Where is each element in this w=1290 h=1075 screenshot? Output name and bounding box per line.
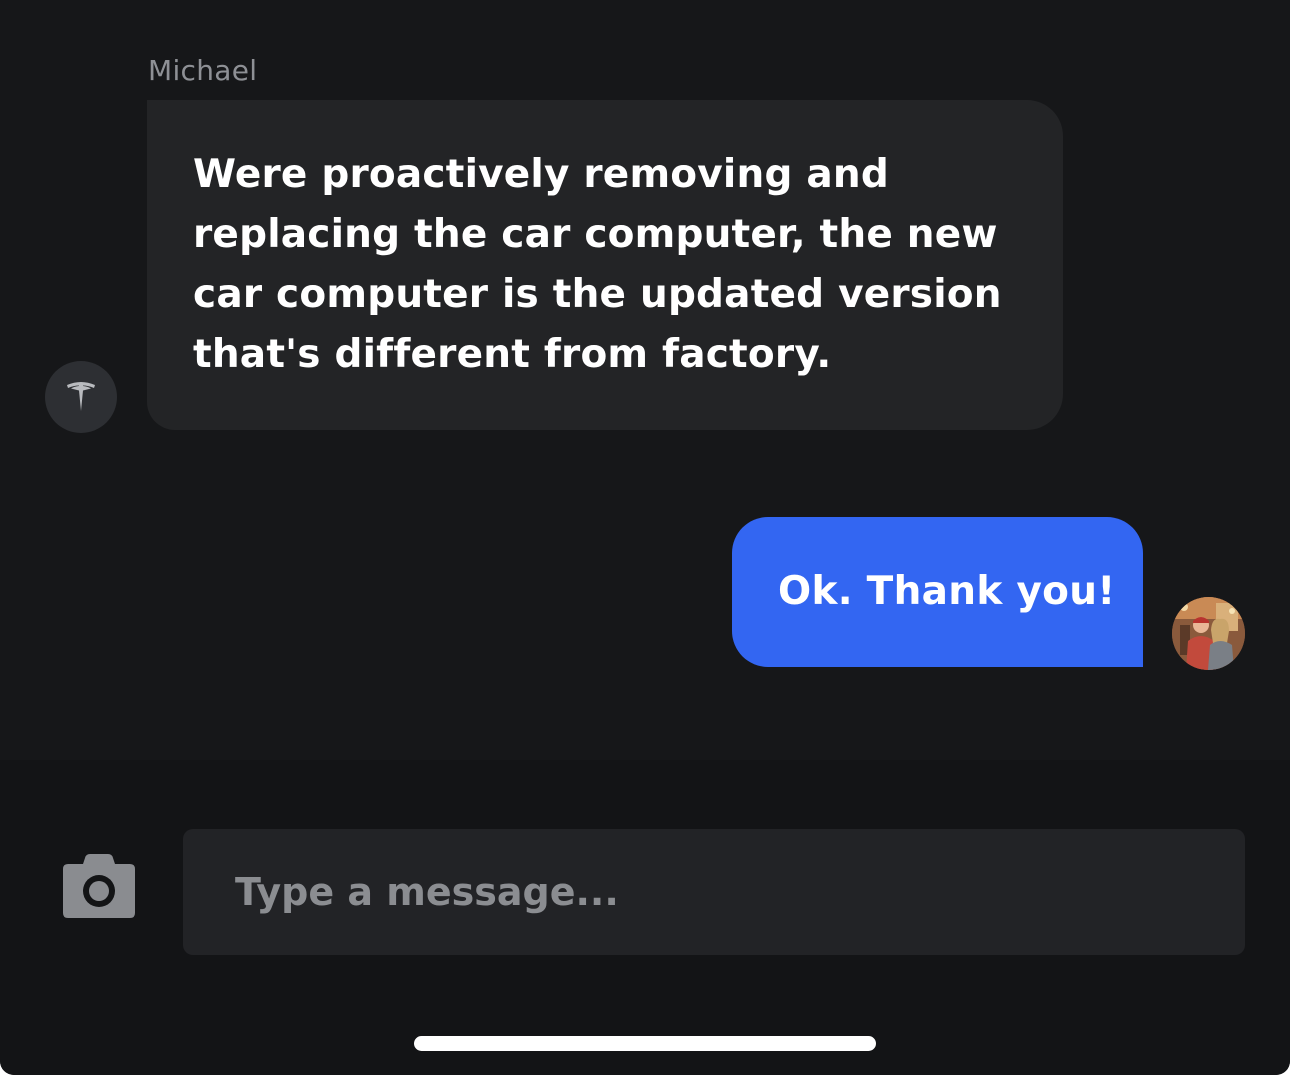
user-avatar (1172, 597, 1245, 670)
home-indicator (414, 1036, 876, 1051)
message-input[interactable] (183, 829, 1245, 955)
chat-screen: Michael Were proactively removing and re… (0, 0, 1290, 1075)
camera-icon (63, 854, 135, 918)
camera-button[interactable] (60, 852, 138, 922)
user-photo-avatar (1172, 597, 1245, 670)
incoming-message-bubble: Were proactively removing and replacing … (147, 100, 1063, 430)
outgoing-message-bubble: Ok. Thank you! (732, 517, 1143, 667)
tesla-logo-icon (67, 382, 95, 411)
sender-name: Michael (148, 54, 258, 87)
outgoing-message-text: Ok. Thank you! (778, 569, 1116, 614)
agent-avatar (45, 361, 117, 433)
incoming-message-text: Were proactively removing and replacing … (193, 152, 1002, 377)
